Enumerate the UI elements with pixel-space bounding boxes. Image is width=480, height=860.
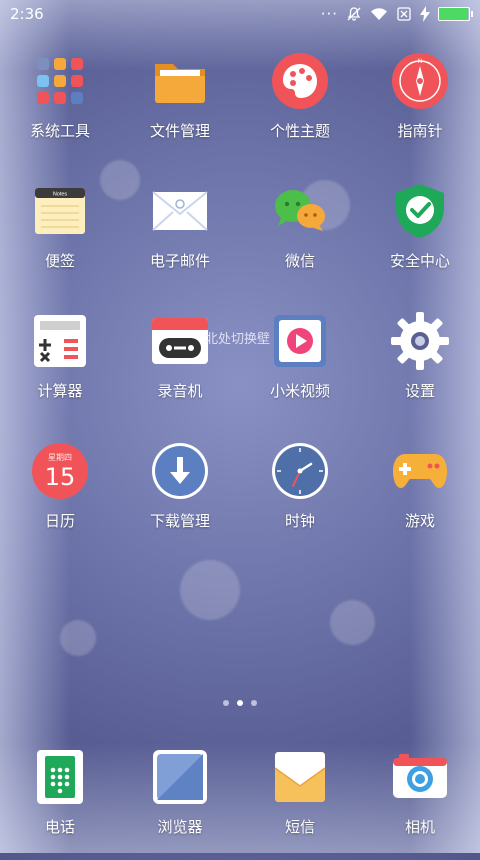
app-file-manager[interactable]: 文件管理	[120, 52, 240, 164]
app-system-tools[interactable]: 系统工具	[0, 52, 120, 164]
app-label: 便签	[44, 252, 75, 270]
play-icon	[271, 312, 329, 370]
wifi-icon	[371, 8, 387, 20]
sms-icon	[271, 748, 329, 806]
dock-app-camera[interactable]: 相机	[360, 748, 480, 860]
wallpaper-bokeh	[60, 620, 96, 656]
gear-icon	[391, 312, 449, 370]
folder-grid-icon	[31, 52, 89, 110]
app-label: 日历	[44, 512, 75, 530]
page-indicator	[0, 700, 480, 706]
app-label: 个性主题	[269, 122, 330, 140]
palette-icon	[271, 52, 329, 110]
app-label: 相机	[404, 818, 435, 836]
app-label: 浏览器	[157, 818, 203, 836]
camera-icon	[391, 748, 449, 806]
mute-icon	[347, 7, 361, 21]
app-clock[interactable]: 时钟	[240, 442, 360, 554]
app-security[interactable]: 安全中心	[360, 182, 480, 294]
page-dot-active[interactable]	[237, 700, 243, 706]
app-label: 下载管理	[149, 512, 210, 530]
dock-app-browser[interactable]: 浏览器	[120, 748, 240, 860]
app-wechat[interactable]: 微信	[240, 182, 360, 294]
shield-check-icon	[391, 182, 449, 240]
calendar-icon: 星期四 15	[31, 442, 89, 500]
page-dot[interactable]	[251, 700, 257, 706]
svg-text:N: N	[418, 59, 422, 65]
app-calendar[interactable]: 星期四 15 日历	[0, 442, 120, 554]
app-compass[interactable]: N 指南针	[360, 52, 480, 164]
app-label: 设置	[404, 382, 435, 400]
browser-icon	[151, 748, 209, 806]
dock-app-sms[interactable]: 短信	[240, 748, 360, 860]
app-email[interactable]: 电子邮件	[120, 182, 240, 294]
dock-app-phone[interactable]: 电话	[0, 748, 120, 860]
page-dot[interactable]	[223, 700, 229, 706]
status-bar: 2:36 ···	[0, 0, 480, 28]
download-icon	[151, 442, 209, 500]
recorder-icon	[151, 312, 209, 370]
battery-level	[439, 8, 468, 20]
gamepad-icon	[391, 442, 449, 500]
charging-icon	[420, 6, 430, 22]
battery-icon	[438, 7, 473, 21]
app-calculator[interactable]: 计算器	[0, 312, 120, 424]
app-label: 时钟	[284, 512, 315, 530]
app-grid: 系统工具 文件管理 个性主题 N 指南针 Notes 便签 电子邮件 微信 安全…	[0, 52, 480, 554]
app-label: 录音机	[157, 382, 203, 400]
app-notes[interactable]: Notes 便签	[0, 182, 120, 294]
app-label: 电子邮件	[149, 252, 210, 270]
more-icon: ···	[320, 5, 338, 23]
compass-icon: N	[391, 52, 449, 110]
app-label: 电话	[44, 818, 75, 836]
phone-icon	[31, 748, 89, 806]
app-label: 小米视频	[269, 382, 330, 400]
app-themes[interactable]: 个性主题	[240, 52, 360, 164]
folder-icon	[151, 52, 209, 110]
notes-badge: Notes	[53, 192, 68, 198]
sim-off-icon	[397, 7, 411, 21]
mail-icon	[151, 182, 209, 240]
notes-icon: Notes	[31, 182, 89, 240]
app-settings[interactable]: 设置	[360, 312, 480, 424]
wallpaper-bokeh	[330, 600, 375, 645]
clock-icon	[271, 442, 329, 500]
calendar-day: 15	[44, 462, 76, 491]
dock: 电话 浏览器 短信 相机	[0, 748, 480, 860]
app-label: 系统工具	[29, 122, 90, 140]
app-label: 安全中心	[389, 252, 450, 270]
app-label: 计算器	[37, 382, 83, 400]
app-downloads[interactable]: 下载管理	[120, 442, 240, 554]
wallpaper-bokeh	[180, 560, 240, 620]
wallpaper-switch-hint: 北处切换壁	[205, 332, 271, 347]
status-icons: ···	[320, 5, 473, 23]
app-label: 文件管理	[149, 122, 210, 140]
app-label: 指南针	[397, 122, 443, 140]
calendar-weekday: 星期四	[47, 452, 72, 462]
app-label: 微信	[284, 252, 315, 270]
wechat-icon	[271, 182, 329, 240]
app-label: 短信	[284, 818, 315, 836]
app-label: 游戏	[404, 512, 435, 530]
calculator-icon	[31, 312, 89, 370]
status-time: 2:36	[10, 5, 44, 23]
app-games[interactable]: 游戏	[360, 442, 480, 554]
